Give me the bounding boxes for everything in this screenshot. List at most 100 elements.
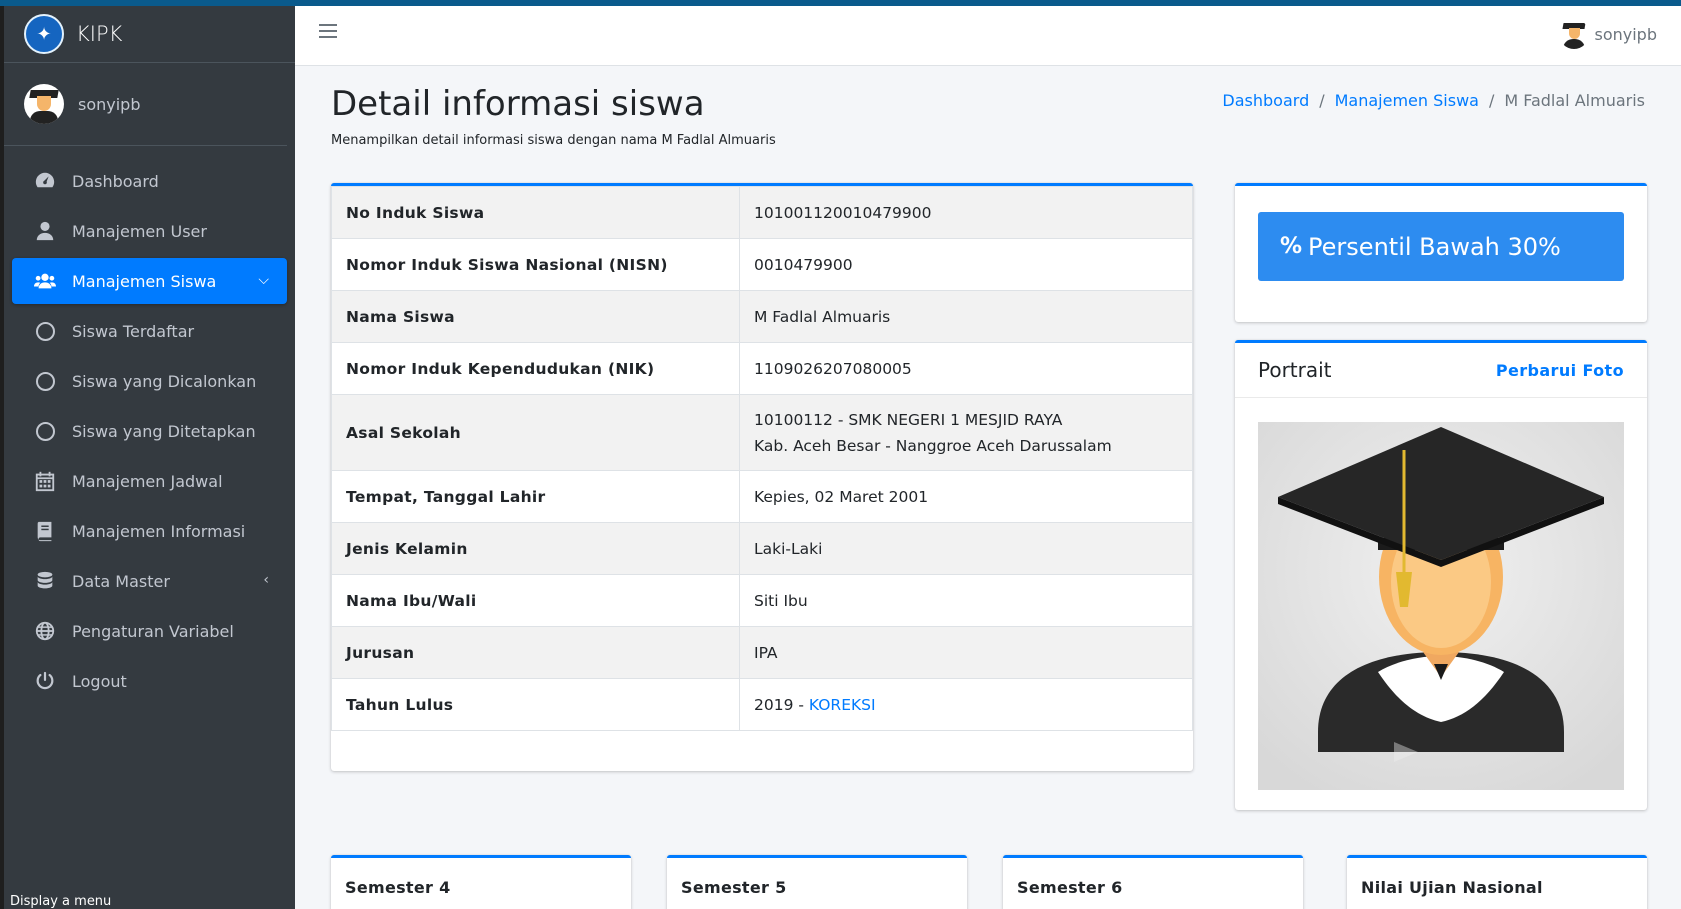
sidebar-item-data-master[interactable]: Data Master ‹ xyxy=(12,558,287,604)
users-icon xyxy=(32,270,58,292)
semester-title: Nilai Ujian Nasional xyxy=(1361,878,1543,897)
sidebar-item-label: Manajemen User xyxy=(72,221,207,241)
semester-title: Semester 6 xyxy=(1017,878,1123,897)
main-content: Detail informasi siswa Menampilkan detai… xyxy=(295,66,1681,909)
row-label: Tahun Lulus xyxy=(331,678,740,731)
sidebar: ✦ KIPK sonyipb Dashboard Manajemen User xyxy=(4,6,295,909)
database-icon xyxy=(32,570,58,592)
sidebar-item-label: Logout xyxy=(72,671,127,691)
avatar xyxy=(1558,19,1589,49)
table-row: Jenis Kelamin Laki-Laki xyxy=(331,522,1193,575)
portrait-header: Portrait Perbarui Foto xyxy=(1235,343,1647,398)
user-name: sonyipb xyxy=(78,94,141,114)
circle-icon xyxy=(32,320,58,342)
student-portrait-image xyxy=(1258,422,1624,790)
row-label: Tempat, Tanggal Lahir xyxy=(331,470,740,523)
header-user-menu[interactable]: sonyipb xyxy=(1558,16,1658,52)
row-value: Laki-Laki xyxy=(739,522,1193,575)
power-icon xyxy=(32,670,58,692)
breadcrumb-manajemen-siswa[interactable]: Manajemen Siswa xyxy=(1335,91,1479,110)
table-row: Tahun Lulus 2019 - KOREKSI xyxy=(331,678,1193,731)
semester-4-card: Semester 4 xyxy=(331,855,631,909)
sidebar-item-label: Manajemen Siswa xyxy=(72,271,217,291)
percentile-badge[interactable]: % Persentil Bawah 30% xyxy=(1258,212,1624,281)
graduate-avatar-icon xyxy=(1258,422,1624,790)
school-region: Kab. Aceh Besar - Nanggroe Aceh Darussal… xyxy=(754,436,1112,455)
row-value: 101001120010479900 xyxy=(739,186,1193,239)
table-row: Nama Siswa M Fadlal Almuaris xyxy=(331,290,1193,343)
table-row: Jurusan IPA xyxy=(331,626,1193,679)
menu-toggle-icon[interactable] xyxy=(319,24,337,40)
tachometer-icon xyxy=(32,170,58,192)
semester-5-card: Semester 5 xyxy=(667,855,967,909)
update-photo-link[interactable]: Perbarui Foto xyxy=(1496,361,1624,380)
sidebar-item-dashboard[interactable]: Dashboard xyxy=(12,158,287,204)
graduation-year: 2019 - xyxy=(754,695,809,714)
semester-title: Semester 5 xyxy=(681,878,787,897)
percentile-label: Persentil Bawah 30% xyxy=(1308,232,1561,261)
sidebar-item-siswa-ditetapkan[interactable]: Siswa yang Ditetapkan xyxy=(12,408,287,454)
page-subtitle: Menampilkan detail informasi siswa denga… xyxy=(331,133,776,148)
sidebar-item-manajemen-user[interactable]: Manajemen User xyxy=(12,208,287,254)
sidebar-item-manajemen-jadwal[interactable]: Manajemen Jadwal xyxy=(12,458,287,504)
chevron-down-icon: ⌵ xyxy=(258,272,269,288)
row-label: Nomor Induk Kependudukan (NIK) xyxy=(331,342,740,395)
sidebar-item-label: Dashboard xyxy=(72,171,159,191)
koreksi-link[interactable]: KOREKSI xyxy=(809,696,876,714)
row-label: Nomor Induk Siswa Nasional (NISN) xyxy=(331,238,740,291)
row-value: 10100112 - SMK NEGERI 1 MESJID RAYA Kab.… xyxy=(739,394,1193,471)
sidebar-item-manajemen-informasi[interactable]: Manajemen Informasi xyxy=(12,508,287,554)
header-user-name: sonyipb xyxy=(1594,24,1658,44)
breadcrumb-current: M Fadlal Almuaris xyxy=(1504,91,1645,110)
book-icon xyxy=(32,520,58,542)
circle-icon xyxy=(32,370,58,392)
brand-logo-icon: ✦ xyxy=(24,14,64,54)
sidebar-item-label: Manajemen Informasi xyxy=(72,521,246,541)
table-row: No Induk Siswa 101001120010479900 xyxy=(331,186,1193,239)
sidebar-item-label: Manajemen Jadwal xyxy=(72,471,223,491)
row-label: Jenis Kelamin xyxy=(331,522,740,575)
sidebar-item-pengaturan-variabel[interactable]: Pengaturan Variabel xyxy=(12,608,287,654)
row-value: IPA xyxy=(739,626,1193,679)
user-panel[interactable]: sonyipb xyxy=(4,63,287,146)
sidebar-item-siswa-dicalonkan[interactable]: Siswa yang Dicalonkan xyxy=(12,358,287,404)
brand[interactable]: ✦ KIPK xyxy=(4,6,295,63)
national-exam-card: Nilai Ujian Nasional xyxy=(1347,855,1647,909)
sidebar-item-siswa-terdaftar[interactable]: Siswa Terdaftar xyxy=(12,308,287,354)
table-row: Nama Ibu/Wali Siti Ibu xyxy=(331,574,1193,627)
row-value: 1109026207080005 xyxy=(739,342,1193,395)
user-icon xyxy=(32,220,58,242)
row-value: 2019 - KOREKSI xyxy=(739,678,1193,731)
student-info-card: No Induk Siswa 101001120010479900 Nomor … xyxy=(331,183,1193,771)
table-row: Nomor Induk Kependudukan (NIK) 110902620… xyxy=(331,342,1193,395)
sidebar-item-manajemen-siswa[interactable]: Manajemen Siswa ⌵ xyxy=(12,258,287,304)
row-value: M Fadlal Almuaris xyxy=(739,290,1193,343)
breadcrumb: Dashboard / Manajemen Siswa / M Fadlal A… xyxy=(1222,91,1645,110)
percent-icon: % xyxy=(1280,234,1303,259)
percentile-card: % Persentil Bawah 30% xyxy=(1235,183,1647,322)
brand-name: KIPK xyxy=(76,22,123,46)
display-menu-tooltip: Display a menu xyxy=(10,894,112,909)
row-value: Siti Ibu xyxy=(739,574,1193,627)
row-label: Asal Sekolah xyxy=(331,394,740,471)
row-label: No Induk Siswa xyxy=(331,186,740,239)
portrait-card: Portrait Perbarui Foto xyxy=(1235,340,1647,810)
sidebar-nav: Dashboard Manajemen User Manajemen Siswa… xyxy=(4,146,295,704)
table-row: Tempat, Tanggal Lahir Kepies, 02 Maret 2… xyxy=(331,470,1193,523)
sidebar-item-label: Siswa Terdaftar xyxy=(72,321,195,341)
sidebar-item-label: Siswa yang Ditetapkan xyxy=(72,421,256,441)
row-value: 0010479900 xyxy=(739,238,1193,291)
breadcrumb-dashboard[interactable]: Dashboard xyxy=(1222,91,1309,110)
calendar-icon xyxy=(32,470,58,492)
sidebar-item-label: Data Master xyxy=(72,571,170,591)
row-label: Jurusan xyxy=(331,626,740,679)
breadcrumb-separator: / xyxy=(1488,91,1495,110)
table-row: Nomor Induk Siswa Nasional (NISN) 001047… xyxy=(331,238,1193,291)
sidebar-item-label: Siswa yang Dicalonkan xyxy=(72,371,257,391)
row-value: Kepies, 02 Maret 2001 xyxy=(739,470,1193,523)
sidebar-item-logout[interactable]: Logout xyxy=(12,658,287,704)
app-screen: ✦ KIPK sonyipb Dashboard Manajemen User xyxy=(4,6,1681,909)
circle-icon xyxy=(32,420,58,442)
school-name: 10100112 - SMK NEGERI 1 MESJID RAYA xyxy=(754,410,1063,429)
row-label: Nama Ibu/Wali xyxy=(331,574,740,627)
